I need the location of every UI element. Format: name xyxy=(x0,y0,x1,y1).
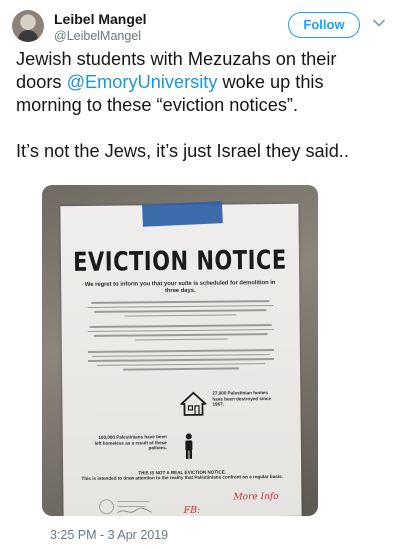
house-stat-text: 27,000 Palestinian homes have been destr… xyxy=(212,390,272,407)
tweet-card: Leibel Mangel @LeibelMangel Follow Jewis… xyxy=(0,0,400,549)
tweet-timestamp[interactable]: 3:25 PM - 3 Apr 2019 xyxy=(50,528,168,542)
handwritten-note-1: More Info xyxy=(233,491,279,503)
eviction-notice-paper: EVICTION NOTICE We regret to inform you … xyxy=(60,201,302,516)
author-block[interactable]: Leibel Mangel @LeibelMangel xyxy=(54,11,147,44)
notice-subtitle: We regret to inform you that your suite … xyxy=(84,280,276,295)
fine-print-block xyxy=(87,349,274,373)
notice-title: EVICTION NOTICE xyxy=(73,244,287,278)
disclaimer-body: This is intended to draw attention to th… xyxy=(81,474,283,482)
fine-print-block xyxy=(87,324,274,344)
chevron-down-icon[interactable] xyxy=(372,16,386,30)
tweet-paragraph-2: It’s not the Jews, it’s just Israel they… xyxy=(16,141,349,161)
follow-button[interactable]: Follow xyxy=(288,12,360,38)
user-handle[interactable]: @LeibelMangel xyxy=(54,28,147,44)
blue-tape xyxy=(142,201,223,227)
office-stamp xyxy=(99,499,152,515)
tweet-header: Leibel Mangel @LeibelMangel Follow xyxy=(12,10,388,46)
house-icon xyxy=(180,391,207,416)
tweet-text: Jewish students with Mezuzahs on their d… xyxy=(16,48,386,163)
avatar[interactable] xyxy=(12,10,44,42)
tweet-photo[interactable]: EVICTION NOTICE We regret to inform you … xyxy=(42,185,318,516)
fine-print-block xyxy=(87,300,274,320)
mention-link[interactable]: @EmoryUniversity xyxy=(67,72,218,92)
person-stat-text: 100,000 Palestinians have been left home… xyxy=(94,434,167,451)
handwritten-note-2: FB: @sjpemoryuniversity xyxy=(183,504,286,516)
display-name[interactable]: Leibel Mangel xyxy=(54,11,147,28)
tweet-paragraph-1: Jewish students with Mezuzahs on their d… xyxy=(16,48,386,117)
notice-disclaimer: THIS IS NOT A REAL EVICTION NOTICE. This… xyxy=(77,469,287,482)
person-icon xyxy=(185,433,193,459)
